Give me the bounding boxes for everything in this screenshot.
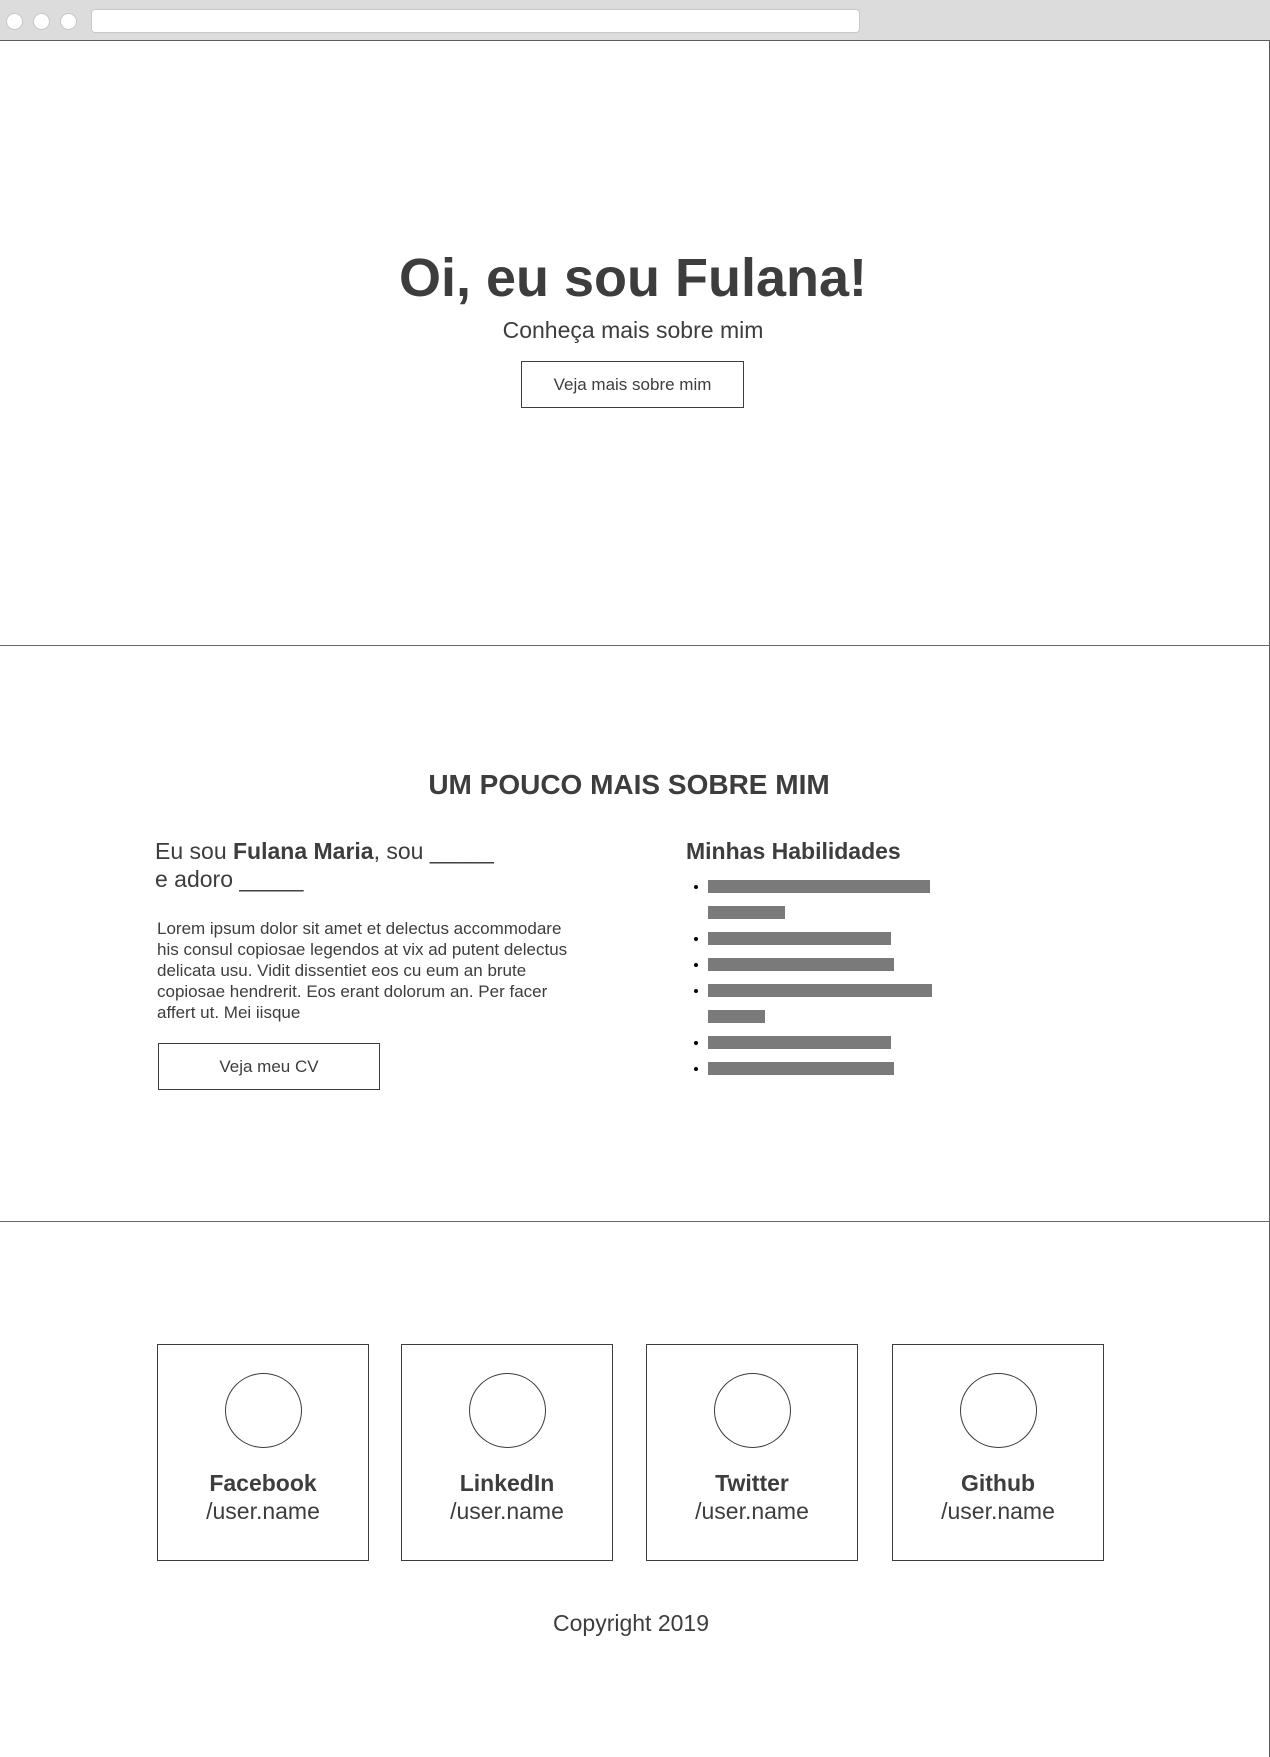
social-card-github[interactable]: Github /user.name xyxy=(892,1344,1104,1561)
social-network-name: LinkedIn xyxy=(459,1470,555,1496)
social-handle[interactable]: /user.name xyxy=(158,1497,368,1525)
social-network-name: Github xyxy=(960,1470,1036,1496)
skills-list xyxy=(686,880,966,1088)
skill-item xyxy=(686,1036,966,1049)
facebook-avatar-icon xyxy=(225,1373,302,1448)
skill-placeholder-bar xyxy=(708,1062,894,1075)
window-close-icon[interactable] xyxy=(6,13,23,30)
social-card-linkedin[interactable]: LinkedIn /user.name xyxy=(401,1344,613,1561)
intro-prefix: Eu sou xyxy=(155,838,233,864)
browser-toolbar xyxy=(0,0,1270,41)
skill-placeholder-bar xyxy=(708,880,930,893)
window-maximize-icon[interactable] xyxy=(60,13,77,30)
see-more-button[interactable]: Veja mais sobre mim xyxy=(521,361,744,408)
view-cv-button[interactable]: Veja meu CV xyxy=(158,1043,380,1090)
skill-item xyxy=(686,984,966,1023)
intro-name: Fulana Maria xyxy=(233,838,374,864)
social-card-facebook[interactable]: Facebook /user.name xyxy=(157,1344,369,1561)
skill-item xyxy=(686,880,966,919)
linkedin-avatar-icon xyxy=(469,1373,546,1448)
github-avatar-icon xyxy=(960,1373,1037,1448)
twitter-avatar-icon xyxy=(714,1373,791,1448)
skill-item xyxy=(686,1062,966,1075)
copyright-text: Copyright 2019 xyxy=(553,1610,709,1636)
skill-item xyxy=(686,932,966,945)
skill-placeholder-bar xyxy=(708,906,785,919)
about-paragraph: Lorem ipsum dolor sit amet et delectus a… xyxy=(157,919,568,1022)
social-handle[interactable]: /user.name xyxy=(893,1497,1103,1525)
window-minimize-icon[interactable] xyxy=(33,13,50,30)
skill-placeholder-bar xyxy=(708,958,894,971)
skill-placeholder-bar xyxy=(708,984,932,997)
about-intro: Eu sou Fulana Maria, sou _____e adoro __… xyxy=(155,837,545,893)
section-divider xyxy=(0,1221,1270,1222)
hero-subtitle: Conheça mais sobre mim xyxy=(502,317,764,343)
intro-suffix: e adoro _____ xyxy=(155,866,304,892)
skill-item xyxy=(686,958,966,971)
skill-placeholder-bar xyxy=(708,932,891,945)
address-bar[interactable] xyxy=(91,9,860,33)
skill-placeholder-bar xyxy=(708,1010,765,1023)
social-handle[interactable]: /user.name xyxy=(647,1497,857,1525)
social-handle[interactable]: /user.name xyxy=(402,1497,612,1525)
social-network-name: Facebook xyxy=(209,1470,317,1496)
social-card-twitter[interactable]: Twitter /user.name xyxy=(646,1344,858,1561)
section-divider xyxy=(0,645,1270,646)
skill-placeholder-bar xyxy=(708,1036,891,1049)
hero-title: Oi, eu sou Fulana! xyxy=(398,248,868,308)
about-heading: UM POUCO MAIS SOBRE MIM xyxy=(428,769,830,800)
social-network-name: Twitter xyxy=(715,1470,789,1496)
skills-heading: Minhas Habilidades xyxy=(686,838,901,864)
intro-middle: , sou _____ xyxy=(373,838,494,864)
